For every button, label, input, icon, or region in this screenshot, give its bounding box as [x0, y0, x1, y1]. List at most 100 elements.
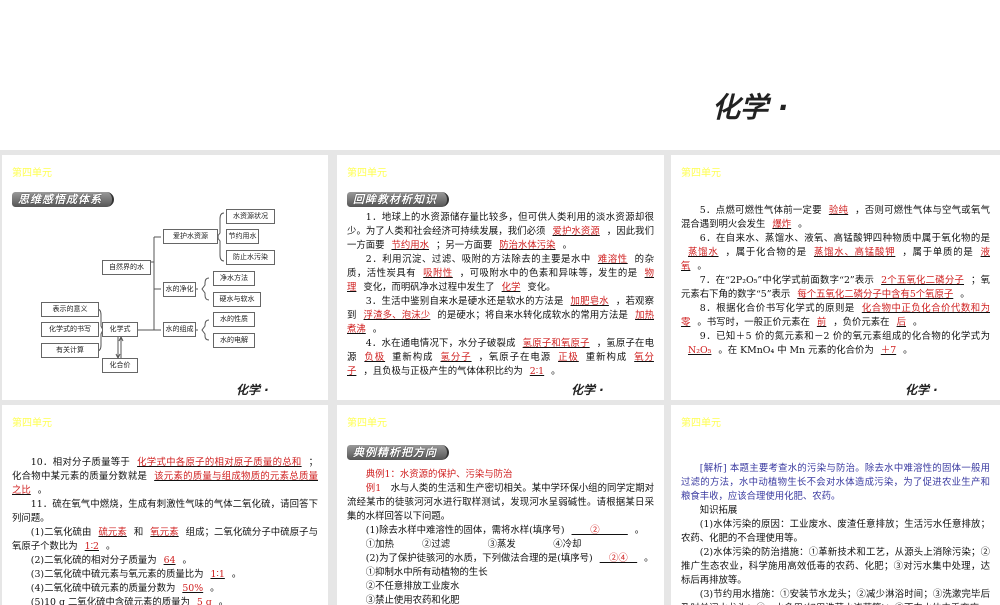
- answer-blank: 化学: [501, 282, 521, 293]
- question-text: 。: [798, 219, 808, 230]
- mind-map-leaf: 水资源状况: [226, 209, 275, 224]
- question-paragraph: 7．在“2P₂O₅”中化学式前面数字“2”表示 2个五氧化二磷分子 ；氧元素右下角的…: [681, 274, 990, 302]
- slide-formula-questions[interactable]: 第四单元 10．相对分子质量等于 化学式中各原子的相对原子质量的总和 ；化合物中某元…: [2, 405, 328, 605]
- mind-map-leaf: 有关计算: [41, 343, 99, 358]
- question-text: ，且负极与正极产生的气体体积比约为: [363, 366, 523, 377]
- question-text: 。: [903, 345, 913, 356]
- question-text: ，属于化合物的是: [725, 247, 807, 258]
- answer-blank: 2∶1: [529, 366, 545, 377]
- question-paragraph: 10．相对分子质量等于 化学式中各原子的相对原子质量的总和 ；化合物中某元素的质量分…: [12, 456, 318, 498]
- question-text: 的是硬水；将自来水转化成软水的常用方法是: [437, 310, 629, 321]
- question-text: 3．生活中鉴别自来水是硬水还是软水的方法是: [365, 296, 564, 307]
- question-text: ①加热 ②过滤 ③蒸发 ④冷却: [365, 539, 582, 550]
- subject-title: 化学 ·: [712, 91, 789, 124]
- question-paragraph: 5．点燃可燃性气体前一定要 验纯 ，否则可燃性气体与空气或氧气混合遇到明火会发生 爆炸…: [681, 204, 990, 232]
- question-paragraph: 8．根据化合价书写化学式的原则是 化合物中正负化合价代数和为零 。书写时，一般正价元…: [681, 302, 990, 330]
- question-paragraph: 2．利用沉淀、过滤、吸附的方法除去的主要是水中 难溶性 的杂质，活性炭具有 吸附性 ，可…: [347, 253, 654, 295]
- unit-label: 第四单元: [347, 168, 387, 179]
- slide-review-knowledge[interactable]: 第四单元 回眸教材析知识 1．地球上的水资源储存量比较多，但可供人类利用的淡水资…: [337, 155, 664, 400]
- question-paragraph: 3．生活中鉴别自来水是硬水还是软水的方法是 加肥皂水 ，若观察到 浮渣多、泡沫少 的是硬…: [347, 295, 654, 337]
- question-paragraph: (4)二氧化硫中硫元素的质量分数为 50% 。: [12, 582, 318, 596]
- question-paragraph: [解析] 本题主要考查水的污染与防治。除去水中难溶性的固体一般用过滤的方法，水中…: [681, 462, 990, 504]
- question-text: 。: [644, 553, 654, 564]
- question-text: 。: [960, 289, 970, 300]
- question-text: 重新构成: [392, 352, 434, 363]
- question-paragraph: (3)节约用水措施：①安装节水龙头；②减少淋浴时间；③洗漱完毕后及时关闭水龙头；…: [681, 588, 990, 605]
- question-paragraph: 9．已知＋5 价的氮元素和－2 价的氧元素组成的化合物的化学式为 N₂O₅ 。在 K…: [681, 330, 990, 358]
- question-paragraph: (5)10 g 二氧化硫中含硫元素的质量为 5 g 。: [12, 596, 318, 605]
- answer-blank: 1∶2: [84, 541, 100, 552]
- answer-blank: ＋7: [880, 345, 897, 356]
- mind-map-root: 自然界的水: [102, 260, 151, 275]
- answer-blank: 2个五氧化二磷分子: [881, 275, 965, 286]
- question-text: 5．点燃可燃性气体前一定要: [699, 205, 822, 216]
- mind-map-leaf: 水的性质: [213, 312, 255, 327]
- answer-blank: 硫元素: [98, 527, 127, 538]
- question-text: 2．利用沉淀、过滤、吸附的方法除去的主要是水中: [365, 254, 591, 265]
- question-text: 8．根据化合价书写化学式的原则是: [699, 303, 855, 314]
- question-text: 。: [912, 317, 923, 328]
- mind-map-leaf: 净水方法: [213, 271, 255, 286]
- question-text: (2)水体污染的防治措施：①革新技术和工艺，从源头上消除污染；②推广生态农业，科…: [681, 547, 990, 586]
- question-paragraph: (1)除去水样中难溶性的固体，需将水样(填序号) ② 。: [347, 524, 654, 538]
- answer-blank: 64: [163, 555, 176, 566]
- question-text: 。: [634, 525, 645, 536]
- question-text: 重新构成: [585, 352, 628, 363]
- answer-blank: 50%: [182, 583, 204, 594]
- slide-explanation[interactable]: 第四单元 [解析] 本题主要考查水的污染与防治。除去水中难溶性的固体一般用过滤的…: [671, 405, 1000, 605]
- unit-label: 第四单元: [681, 418, 721, 429]
- question-text: (2)为了保护徒骇河的水质，下列做法合理的是(填序号): [365, 553, 593, 564]
- question-text: 。: [697, 261, 707, 272]
- slide-mind-map[interactable]: 第四单元 思维感悟成体系 自然界的水 爱护水资源 水资源状况 节约用水 防止水污染 水的净…: [2, 155, 328, 400]
- slide-example-analysis[interactable]: 第四单元 典例精析把方向 典例1：水资源的保护、污染与防治 例1 水与人类的生活和…: [337, 405, 664, 605]
- answer-blank: 爱护水资源: [552, 226, 600, 237]
- question-paragraph: ②不任意排放工业废水: [347, 580, 654, 594]
- answer-blank: 氢原子和氧原子: [522, 338, 590, 349]
- section-banner: 回眸教材析知识: [347, 192, 449, 207]
- question-text: ①抑制水中所有动植物的生长: [365, 567, 488, 578]
- question-text: 。: [231, 569, 242, 580]
- question-text: (1)水体污染的原因：工业废水、废渣任意排放；生活污水任意排放；农药、化肥的不合…: [681, 519, 990, 544]
- question-text: 和: [133, 527, 144, 538]
- question-paragraph: ①抑制水中所有动植物的生长: [347, 566, 654, 580]
- question-text: 。: [106, 541, 116, 552]
- answer-blank: 后: [896, 317, 906, 328]
- mind-map-leaf: 化学式的书写: [41, 322, 99, 337]
- answer-blank: ②④: [599, 553, 638, 564]
- answer-blank: 蒸馏水、高锰酸钾: [813, 247, 896, 258]
- question-text: 。在 KMnO₄ 中 Mn 元素的化合价为: [718, 345, 874, 356]
- question-text: ，负价元素在: [833, 317, 890, 328]
- question-text: 7．在“2P₂O₅”中化学式前面数字“2”表示: [699, 275, 875, 286]
- example-heading: 例1: [365, 483, 391, 494]
- answer-blank: 爆炸: [772, 219, 792, 230]
- question-text: 。: [562, 240, 572, 251]
- title-area: 化学 ·: [0, 0, 1000, 150]
- subject-footer: 化学 ·: [571, 383, 604, 397]
- answer-blank: 蒸馏水: [688, 247, 719, 258]
- question-paragraph: (1)二氧化硫由 硫元素和氧元素 组成；二氧化硫分子中硫原子与氧原子个数比为 1∶2。: [12, 526, 318, 554]
- question-paragraph: (1)水体污染的原因：工业废水、废渣任意排放；生活污水任意排放；农药、化肥的不合…: [681, 518, 990, 546]
- answer-blank: 负极: [364, 352, 386, 363]
- question-paragraph: (2)二氧化硫的相对分子质量为 64 。: [12, 554, 318, 568]
- mind-map-leaf: 节约用水: [226, 229, 259, 244]
- answer-blank: 前: [816, 317, 827, 328]
- mind-map-leaf: 表示的意义: [41, 302, 99, 317]
- answer-blank: 1∶1: [210, 569, 225, 580]
- question-text: 变化，而明矾净水过程中发生了: [363, 282, 495, 293]
- question-paragraph: (2)为了保护徒骇河的水质，下列做法合理的是(填序号) ②④ 。: [347, 552, 654, 566]
- question-paragraph: 11．硫在氧气中燃烧，生成有刺激性气味的气体二氧化硫，请回答下列问题。: [12, 498, 318, 526]
- answer-blank: 化学式中各原子的相对原子质量的总和: [137, 457, 302, 468]
- slide-review-continued[interactable]: 第四单元 5．点燃可燃性气体前一定要 验纯 ，否则可燃性气体与空气或氧气混合遇到明火…: [671, 155, 1000, 400]
- question-text: 11．硫在氧气中燃烧，生成有刺激性气味的气体二氧化硫，请回答下列问题。: [12, 499, 318, 524]
- question-text: 10．相对分子质量等于: [30, 457, 131, 468]
- mind-map-node: 化学式: [102, 322, 138, 337]
- question-text: 。: [182, 555, 192, 566]
- question-text: 。书写时，一般正价元素在: [697, 317, 810, 328]
- answer-blank: ②: [571, 525, 628, 536]
- question-text: ；另一方面要: [436, 240, 493, 251]
- question-text: (5)10 g 二氧化硫中含硫元素的质量为: [30, 597, 190, 605]
- mind-map-node: 水的净化: [163, 282, 196, 297]
- question-paragraph: 4．水在通电情况下，水分子破裂成 氢原子和氧原子 ，氢原子在电源 负极 重新构成 氢分子，…: [347, 337, 654, 379]
- question-paragraph: 典例1：水资源的保护、污染与防治: [347, 468, 654, 482]
- unit-label: 第四单元: [681, 168, 721, 179]
